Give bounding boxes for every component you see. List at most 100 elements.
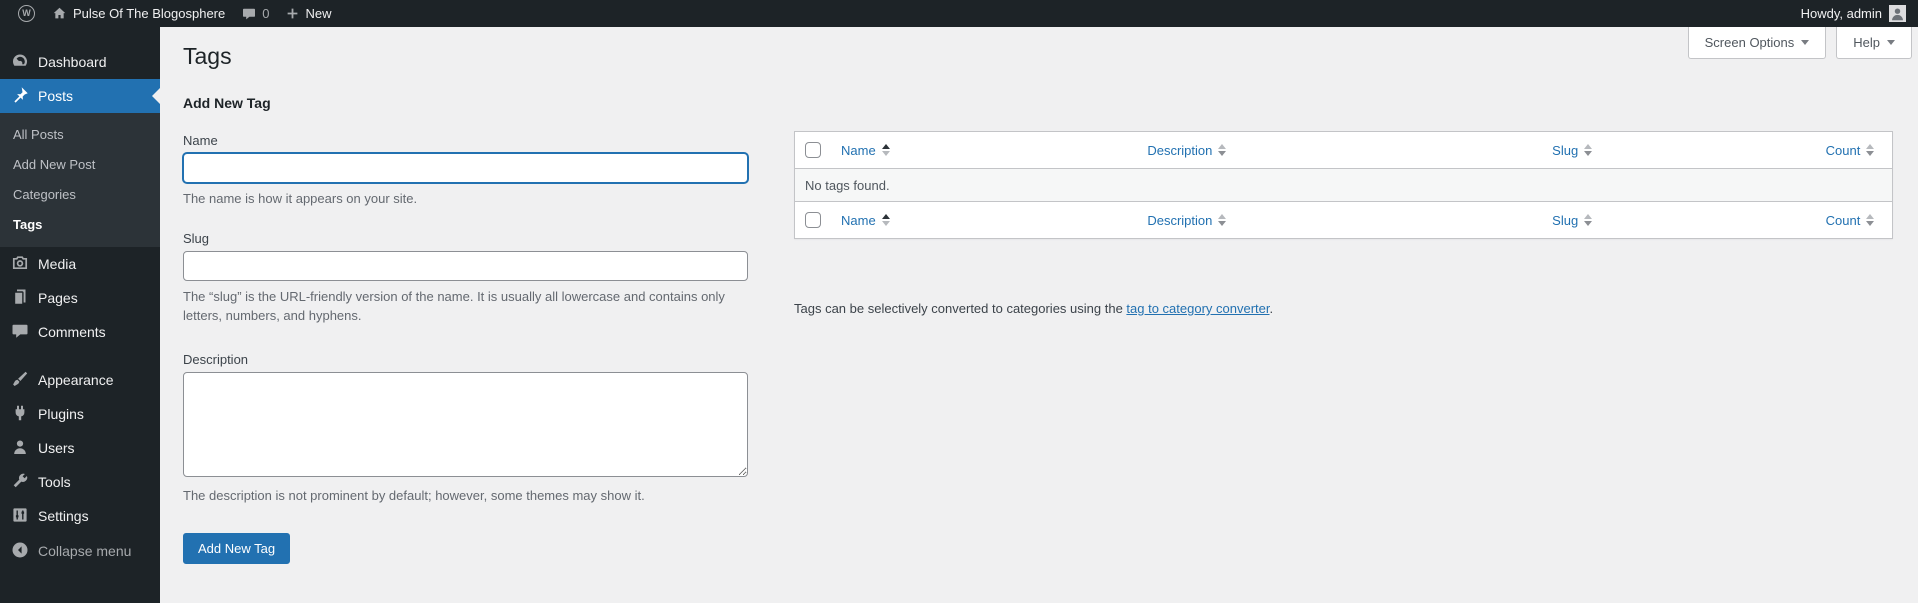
- column-header-name: Name: [841, 213, 876, 228]
- admin-bar: W Pulse Of The Blogosphere 0 New Howdy, …: [0, 0, 1918, 27]
- sidebar-item-label: Posts: [38, 88, 73, 104]
- name-label: Name: [183, 133, 748, 148]
- add-new-tag-button[interactable]: Add New Tag: [183, 533, 290, 564]
- dashboard-icon: [10, 51, 30, 74]
- main-content: Tags Add New Tag Name The name is how it…: [160, 27, 1918, 603]
- settings-sliders-icon: [10, 505, 30, 528]
- avatar[interactable]: [1889, 5, 1906, 22]
- appearance-brush-icon: [10, 369, 30, 392]
- sidebar-item-categories[interactable]: Categories: [0, 180, 160, 210]
- sidebar-item-label: Appearance: [38, 372, 114, 388]
- new-content-button[interactable]: New: [277, 0, 339, 27]
- sort-arrows-icon: [1584, 144, 1592, 156]
- help-button[interactable]: Help: [1836, 27, 1912, 59]
- pages-icon: [10, 287, 30, 310]
- converter-note-after: .: [1270, 301, 1274, 316]
- sidebar-item-settings[interactable]: Settings: [0, 499, 160, 533]
- posts-submenu: All Posts Add New Post Categories Tags: [0, 113, 160, 247]
- sort-arrows-icon: [1218, 214, 1226, 226]
- sidebar-item-media[interactable]: Media: [0, 247, 160, 281]
- sidebar-item-add-new-post[interactable]: Add New Post: [0, 150, 160, 180]
- wordpress-menu[interactable]: W: [10, 0, 43, 27]
- plugin-icon: [10, 403, 30, 426]
- column-header-slug: Slug: [1552, 143, 1578, 158]
- table-row: No tags found.: [795, 169, 1893, 202]
- comments-admin-bar-link[interactable]: 0: [233, 0, 277, 27]
- description-label: Description: [183, 352, 748, 367]
- empty-table-message: No tags found.: [795, 169, 1893, 202]
- sidebar-item-plugins[interactable]: Plugins: [0, 397, 160, 431]
- sort-arrows-icon: [1218, 144, 1226, 156]
- current-menu-arrow: [144, 88, 160, 104]
- tag-description-textarea[interactable]: [183, 372, 748, 477]
- sidebar-item-appearance[interactable]: Appearance: [0, 363, 160, 397]
- tools-wrench-icon: [10, 471, 30, 494]
- users-icon: [10, 437, 30, 460]
- table-header-row: Name Description Slug: [795, 132, 1893, 169]
- comments-icon: [10, 321, 30, 344]
- sort-by-name-link[interactable]: Name: [841, 213, 890, 228]
- collapse-menu-button[interactable]: Collapse menu: [0, 534, 160, 568]
- form-heading: Add New Tag: [183, 95, 748, 111]
- pushpin-icon: [10, 85, 30, 108]
- sort-by-slug-link[interactable]: Slug: [1552, 213, 1592, 228]
- comment-count: 0: [262, 6, 269, 21]
- sidebar-item-posts[interactable]: Posts: [0, 79, 160, 113]
- menu-separator: [0, 349, 160, 363]
- tag-slug-input[interactable]: [183, 251, 748, 281]
- slug-label: Slug: [183, 231, 748, 246]
- page-title: Tags: [183, 41, 1893, 71]
- tag-to-category-converter-link[interactable]: tag to category converter: [1126, 301, 1269, 316]
- sidebar-item-pages[interactable]: Pages: [0, 281, 160, 315]
- sidebar-item-label: Dashboard: [38, 54, 107, 70]
- sort-by-name-link[interactable]: Name: [841, 143, 890, 158]
- sort-by-count-link[interactable]: Count: [1826, 143, 1875, 158]
- site-name-link[interactable]: Pulse Of The Blogosphere: [43, 0, 233, 27]
- howdy-text[interactable]: Howdy, admin: [1801, 6, 1882, 21]
- sidebar-item-label: Tools: [38, 474, 71, 490]
- name-help-text: The name is how it appears on your site.: [183, 189, 748, 209]
- new-label: New: [305, 6, 331, 21]
- admin-menu: Dashboard Posts All Posts Add New Post C…: [0, 27, 160, 603]
- comments-bubble-icon: [241, 6, 257, 22]
- slug-help-text: The “slug” is the URL-friendly version o…: [183, 287, 748, 326]
- converter-note: Tags can be selectively converted to cat…: [794, 301, 1893, 316]
- sidebar-item-label: Plugins: [38, 406, 84, 422]
- sort-by-description-link[interactable]: Description: [1147, 143, 1226, 158]
- plus-icon: [285, 6, 300, 21]
- description-help-text: The description is not prominent by defa…: [183, 486, 748, 506]
- sort-by-slug-link[interactable]: Slug: [1552, 143, 1592, 158]
- chevron-down-icon: [1887, 40, 1895, 45]
- sort-arrows-icon: [1866, 144, 1874, 156]
- sidebar-item-label: Media: [38, 256, 76, 272]
- home-icon: [51, 5, 68, 22]
- sort-by-count-link[interactable]: Count: [1826, 213, 1875, 228]
- sort-arrows-icon: [882, 144, 890, 156]
- table-footer-row: Name Description Slug: [795, 202, 1893, 239]
- select-all-checkbox[interactable]: [805, 142, 821, 158]
- sidebar-item-users[interactable]: Users: [0, 431, 160, 465]
- screen-options-label: Screen Options: [1705, 35, 1795, 50]
- column-header-description: Description: [1147, 213, 1212, 228]
- collapse-arrow-icon: [10, 540, 30, 563]
- tags-table: Name Description Slug: [794, 131, 1893, 239]
- sidebar-item-all-posts[interactable]: All Posts: [0, 120, 160, 150]
- sidebar-item-comments[interactable]: Comments: [0, 315, 160, 349]
- sidebar-item-label: Pages: [38, 290, 78, 306]
- chevron-down-icon: [1801, 40, 1809, 45]
- screen-meta-tabs: Screen Options Help: [1688, 27, 1912, 59]
- column-header-name: Name: [841, 143, 876, 158]
- sidebar-item-tools[interactable]: Tools: [0, 465, 160, 499]
- wordpress-logo: W: [18, 5, 35, 22]
- sort-arrows-icon: [1584, 214, 1592, 226]
- screen-options-button[interactable]: Screen Options: [1688, 27, 1827, 59]
- sort-by-description-link[interactable]: Description: [1147, 213, 1226, 228]
- column-header-count: Count: [1826, 213, 1861, 228]
- media-icon: [10, 253, 30, 276]
- column-header-slug: Slug: [1552, 213, 1578, 228]
- select-all-checkbox[interactable]: [805, 212, 821, 228]
- sidebar-item-dashboard[interactable]: Dashboard: [0, 45, 160, 79]
- sidebar-item-tags[interactable]: Tags: [0, 210, 160, 240]
- sidebar-item-label: Settings: [38, 508, 89, 524]
- tag-name-input[interactable]: [183, 153, 748, 183]
